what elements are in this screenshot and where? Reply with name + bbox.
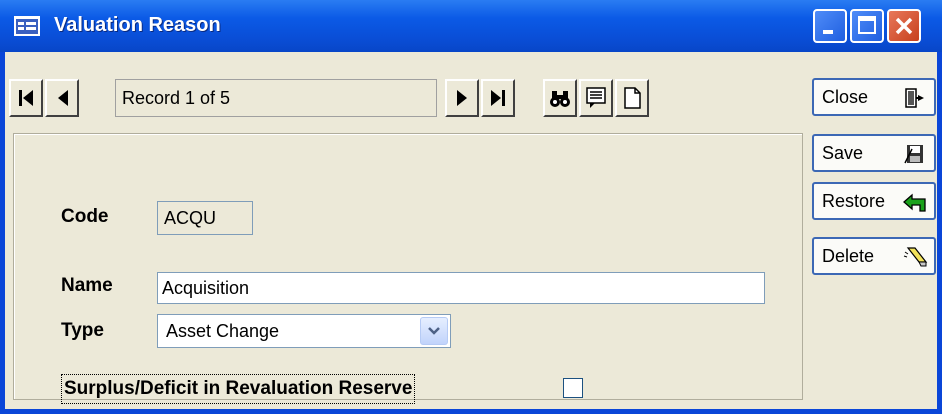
eraser-icon bbox=[902, 244, 928, 270]
first-record-icon bbox=[19, 90, 33, 106]
next-record-icon bbox=[457, 90, 467, 106]
minimize-icon bbox=[823, 30, 833, 34]
save-disk-icon bbox=[902, 141, 928, 167]
surplus-label: Surplus/Deficit in Revaluation Reserve bbox=[61, 374, 416, 404]
exit-door-icon bbox=[902, 85, 928, 111]
delete-button[interactable]: Delete bbox=[812, 237, 936, 275]
close-button[interactable]: Close bbox=[812, 78, 936, 116]
new-record-icon bbox=[624, 87, 641, 109]
name-field[interactable]: Acquisition bbox=[157, 272, 765, 304]
code-field: ACQU bbox=[157, 201, 253, 235]
last-record-button[interactable] bbox=[481, 79, 515, 117]
type-label: Type bbox=[61, 320, 104, 341]
next-record-button[interactable] bbox=[445, 79, 479, 117]
close-window-button[interactable] bbox=[887, 9, 921, 43]
name-label: Name bbox=[61, 275, 113, 296]
maximize-icon bbox=[858, 16, 876, 34]
close-button-label: Close bbox=[822, 87, 869, 107]
list-button[interactable] bbox=[579, 79, 613, 117]
window-title: Valuation Reason bbox=[54, 14, 221, 36]
chevron-down-icon bbox=[428, 327, 440, 335]
surplus-checkbox[interactable] bbox=[563, 378, 583, 398]
maximize-button[interactable] bbox=[850, 9, 884, 43]
restore-button-label: Restore bbox=[822, 191, 886, 211]
close-icon bbox=[895, 17, 913, 35]
restore-button[interactable]: Restore bbox=[812, 182, 936, 220]
find-button[interactable] bbox=[543, 79, 577, 117]
undo-arrow-icon bbox=[902, 189, 928, 215]
find-binoculars-icon bbox=[550, 91, 570, 107]
save-button[interactable]: Save bbox=[812, 134, 936, 172]
last-record-icon bbox=[491, 90, 505, 106]
window: Valuation Reason Record 1 of 5 Code ACQU… bbox=[0, 0, 942, 414]
first-record-button[interactable] bbox=[9, 79, 43, 117]
title-bar[interactable]: Valuation Reason bbox=[0, 0, 942, 52]
record-navigator: Record 1 of 5 bbox=[9, 79, 663, 117]
code-label: Code bbox=[61, 206, 109, 227]
list-icon bbox=[586, 87, 606, 108]
type-value: Asset Change bbox=[166, 321, 280, 341]
new-record-button[interactable] bbox=[615, 79, 649, 117]
prev-record-icon bbox=[58, 90, 68, 106]
delete-button-label: Delete bbox=[822, 246, 875, 266]
form-icon bbox=[14, 16, 40, 36]
record-status: Record 1 of 5 bbox=[115, 79, 437, 117]
detail-pane: Code ACQU Name Acquisition Type Asset Ch… bbox=[13, 133, 803, 404]
client-area: Record 1 of 5 Code ACQU Name Acquisition… bbox=[5, 52, 937, 409]
minimize-button[interactable] bbox=[813, 9, 847, 43]
type-dropdown-button[interactable] bbox=[420, 317, 448, 345]
save-button-label: Save bbox=[822, 143, 864, 163]
prev-record-button[interactable] bbox=[45, 79, 79, 117]
type-select[interactable]: Asset Change bbox=[157, 314, 451, 348]
